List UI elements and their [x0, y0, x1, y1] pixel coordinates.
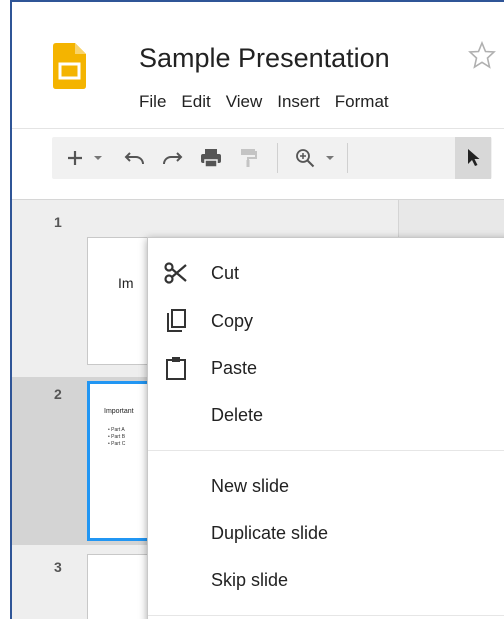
- add-icon[interactable]: [62, 137, 88, 179]
- menubar: File Edit View Insert Format: [139, 92, 404, 112]
- zoom-icon[interactable]: [290, 137, 320, 179]
- menu-separator: [148, 615, 504, 616]
- toolbar-group: [52, 137, 492, 179]
- menu-separator: [148, 450, 504, 451]
- header: Sample Presentation File Edit View Insert Fo…: [12, 2, 504, 128]
- menu-item-label: Delete: [211, 404, 264, 425]
- dropdown-arrow-icon[interactable]: [90, 137, 106, 179]
- undo-icon[interactable]: [120, 137, 150, 179]
- select-pointer-icon[interactable]: [455, 137, 491, 179]
- toolbar: [12, 129, 504, 199]
- menu-item-label: Cut: [211, 262, 240, 283]
- menu-item-label: Paste: [211, 357, 258, 378]
- menu-item-copy[interactable]: Copy: [148, 298, 504, 344]
- menu-item-label: New slide: [211, 475, 290, 496]
- menu-item-paste[interactable]: Paste: [148, 345, 504, 391]
- paste-icon: [163, 355, 189, 381]
- slide-number: 1: [54, 214, 62, 230]
- app-window: Sample Presentation File Edit View Insert Fo…: [10, 0, 504, 619]
- context-menu: Cut Copy Paste Delete New slide Duplicat…: [147, 237, 504, 619]
- menu-item-skip-slide[interactable]: Skip slide: [148, 557, 504, 603]
- bullet-item: • Part C: [108, 441, 126, 447]
- menu-file[interactable]: File: [139, 92, 166, 112]
- toolbar-divider: [347, 143, 348, 173]
- menu-item-new-slide[interactable]: New slide: [148, 463, 504, 509]
- slide-bullet-list: • Part A • Part B • Part C: [108, 427, 125, 448]
- slide-number: 2: [54, 386, 62, 402]
- menu-format[interactable]: Format: [335, 92, 389, 112]
- dropdown-arrow-icon[interactable]: [322, 137, 338, 179]
- menu-view[interactable]: View: [226, 92, 263, 112]
- menu-item-delete[interactable]: Delete: [148, 392, 504, 438]
- menu-item-label: Copy: [211, 310, 254, 331]
- bullet-item: • Part B: [108, 434, 126, 440]
- paint-format-icon[interactable]: [233, 137, 263, 179]
- redo-icon[interactable]: [157, 137, 187, 179]
- slide-title: Im: [118, 275, 134, 291]
- print-icon[interactable]: [196, 137, 226, 179]
- slide-number: 3: [54, 559, 62, 575]
- copy-icon: [163, 308, 189, 334]
- slides-logo-icon[interactable]: [53, 43, 86, 89]
- toolbar-divider: [277, 143, 278, 173]
- scissors-icon: [163, 260, 189, 286]
- menu-insert[interactable]: Insert: [277, 92, 320, 112]
- menu-item-duplicate-slide[interactable]: Duplicate slide: [148, 510, 504, 556]
- document-title[interactable]: Sample Presentation: [139, 43, 390, 74]
- menu-item-label: Duplicate slide: [211, 522, 329, 543]
- bullet-item: • Part A: [108, 427, 125, 433]
- menu-item-label: Skip slide: [211, 569, 289, 590]
- star-icon[interactable]: [467, 40, 497, 70]
- slide-title: Important: [104, 408, 134, 415]
- menu-edit[interactable]: Edit: [181, 92, 210, 112]
- menu-item-cut[interactable]: Cut: [148, 250, 504, 296]
